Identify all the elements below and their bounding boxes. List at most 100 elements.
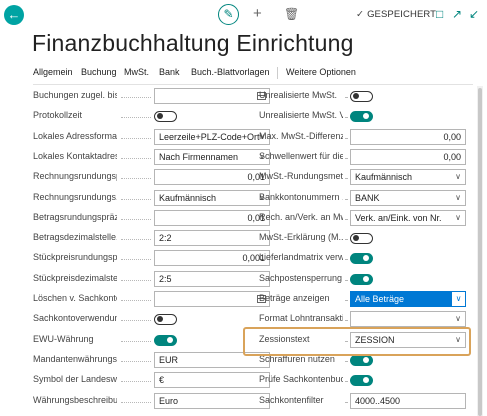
field-value: Kaufmännisch: [355, 172, 413, 183]
toggle-switch[interactable]: [154, 334, 177, 346]
field-label[interactable]: Lokales Kontaktadres...: [33, 151, 117, 161]
input-field[interactable]: 2:2: [154, 230, 270, 247]
chevron-down-icon[interactable]: ∨: [455, 191, 461, 205]
field-label[interactable]: Stückpreisrundungsp...: [33, 252, 117, 262]
field-row-format-lohntransakti: Format Lohntransakti... ∨: [259, 311, 466, 328]
toggle-switch[interactable]: [350, 273, 373, 285]
action-buchung[interactable]: Buchung: [81, 67, 117, 77]
field-label[interactable]: Betragsrundungspräz...: [33, 212, 117, 222]
label-leader-dots: [345, 360, 347, 362]
label-leader-dots: [345, 239, 347, 241]
input-field[interactable]: 4000..4500: [350, 392, 466, 409]
add-plus-icon[interactable]: +: [253, 4, 262, 24]
field-row-max-mwst-differenz: Max. MwSt.-Differenz... 0,00: [259, 128, 466, 145]
field-label[interactable]: Unrealisierte MwSt. V...: [259, 110, 343, 120]
toggle-switch[interactable]: [154, 314, 177, 326]
collapse-icon[interactable]: ↙: [469, 7, 479, 21]
field-label[interactable]: Sachpostensperrung ...: [259, 273, 343, 283]
action-mwst[interactable]: MwSt.: [124, 67, 149, 77]
dropdown-field[interactable]: Nach Firmennamen ∨: [154, 148, 270, 165]
toggle-switch[interactable]: [350, 111, 373, 123]
field-label[interactable]: Rechnungsrundungsp...: [33, 171, 117, 181]
field-label[interactable]: Format Lohntransakti...: [259, 313, 343, 323]
input-field[interactable]: 0,00: [350, 128, 466, 145]
field-label[interactable]: Sachkontenfilter: [259, 395, 343, 405]
field-label[interactable]: Mandantenwährungs...: [33, 354, 117, 364]
field-label[interactable]: MwSt.-Erklärung (M...: [259, 232, 343, 242]
label-leader-dots: [121, 401, 151, 403]
action-weitere-optionen[interactable]: Weitere Optionen: [286, 67, 356, 77]
field-label[interactable]: Rechnungsrundungs...: [33, 192, 117, 202]
field-label[interactable]: Protokollzeit: [33, 110, 117, 120]
field-label[interactable]: Betragsdezimalstelle...: [33, 232, 117, 242]
dropdown-field[interactable]: Alle Beträge ∨: [350, 291, 466, 307]
date-field[interactable]: [154, 88, 270, 104]
label-leader-dots: [121, 300, 151, 301]
dropdown-field[interactable]: Leerzeile+PLZ-Code+Ort ∨: [154, 128, 270, 145]
input-field[interactable]: 0,00: [350, 148, 466, 165]
field-label[interactable]: Unrealisierte MwSt.: [259, 90, 343, 100]
toggle-switch[interactable]: [154, 111, 177, 123]
field-label[interactable]: Buchungen zugel. bis: [33, 90, 117, 100]
toggle-switch[interactable]: [350, 375, 373, 387]
field-label[interactable]: MwSt.-Rundungsmet...: [259, 171, 343, 181]
label-leader-dots: [345, 300, 347, 301]
saved-status: ✓ GESPEICHERT: [356, 9, 437, 20]
toggle-switch[interactable]: [350, 253, 373, 265]
action-bank[interactable]: Bank: [159, 67, 180, 77]
back-arrow-icon[interactable]: ←: [4, 5, 24, 25]
field-label[interactable]: Max. MwSt.-Differenz...: [259, 131, 343, 141]
field-label[interactable]: Prüfe Sachkontenbuc...: [259, 374, 343, 384]
input-field[interactable]: €: [154, 372, 270, 389]
scrollbar-thumb[interactable]: [478, 88, 482, 416]
field-label[interactable]: Beträge anzeigen: [259, 293, 343, 303]
action-buch-blattvorlagen[interactable]: Buch.-Blattvorlagen: [191, 67, 270, 77]
field-label[interactable]: EWU-Währung: [33, 334, 117, 344]
input-field[interactable]: 0,01: [154, 169, 270, 186]
toggle-switch[interactable]: [350, 91, 373, 102]
action-allgemein[interactable]: Allgemein: [33, 67, 73, 77]
dropdown-field[interactable]: Kaufmännisch ∨: [154, 189, 270, 206]
field-row-sachpostensperrung: Sachpostensperrung ...: [259, 271, 466, 287]
input-field[interactable]: Euro: [154, 392, 270, 409]
label-leader-dots: [345, 401, 347, 403]
chevron-down-icon[interactable]: ∨: [451, 292, 465, 306]
field-label[interactable]: Sachkontoverwendun...: [33, 313, 117, 323]
label-leader-dots: [345, 157, 347, 159]
field-value: 4000..4500: [355, 395, 401, 406]
bookmark-icon[interactable]: □: [436, 7, 443, 21]
field-value: 2:2: [159, 233, 172, 244]
field-label[interactable]: Lieferlandmatrix verw...: [259, 252, 343, 262]
input-field[interactable]: 2:5: [154, 270, 270, 287]
field-label[interactable]: Lokales Adressformat: [33, 131, 117, 141]
edit-pencil-icon[interactable]: ✎: [218, 4, 239, 25]
input-field[interactable]: 0,01: [154, 209, 270, 226]
label-leader-dots: [121, 259, 151, 261]
field-row-unrealisierte-mwst: Unrealisierte MwSt.: [259, 88, 466, 104]
field-row-sachkontoverwendun: Sachkontoverwendun...: [33, 311, 270, 327]
field-label[interactable]: Symbol der Landesw...: [33, 374, 117, 384]
field-label[interactable]: Währungsbeschreibu...: [33, 395, 117, 405]
label-leader-dots: [345, 279, 347, 281]
toggle-switch[interactable]: [350, 354, 373, 366]
field-row-beträge-anzeigen: Beträge anzeigen Alle Beträge ∨: [259, 291, 466, 307]
dropdown-field[interactable]: Verk. an/Eink. von Nr. ∨: [350, 209, 466, 226]
toggle-switch[interactable]: [350, 233, 373, 245]
delete-trash-icon[interactable]: 🗑: [284, 4, 299, 24]
chevron-down-icon[interactable]: ∨: [455, 312, 461, 326]
dropdown-field[interactable]: ∨: [350, 311, 466, 328]
input-field[interactable]: 0,001: [154, 250, 270, 267]
chevron-down-icon[interactable]: ∨: [455, 211, 461, 225]
field-value: Nach Firmennamen: [159, 151, 239, 162]
field-label[interactable]: Schwellenwert für die...: [259, 151, 343, 161]
chevron-down-icon[interactable]: ∨: [455, 170, 461, 184]
field-row-rechnungsrundungsp: Rechnungsrundungsp... 0,01: [33, 169, 270, 186]
open-new-window-icon[interactable]: ↗: [452, 7, 462, 21]
dropdown-field[interactable]: Kaufmännisch ∨: [350, 169, 466, 186]
dropdown-field[interactable]: BANK ∨: [350, 189, 466, 206]
field-label[interactable]: Bankkontonummern ...: [259, 192, 343, 202]
field-label[interactable]: Stückpreisdezimalstel...: [33, 273, 117, 283]
date-field[interactable]: [154, 291, 270, 307]
field-label[interactable]: Löschen v. Sachkonte...: [33, 293, 117, 303]
field-label[interactable]: Rech. an/Verk. an MwSt...: [259, 212, 343, 222]
